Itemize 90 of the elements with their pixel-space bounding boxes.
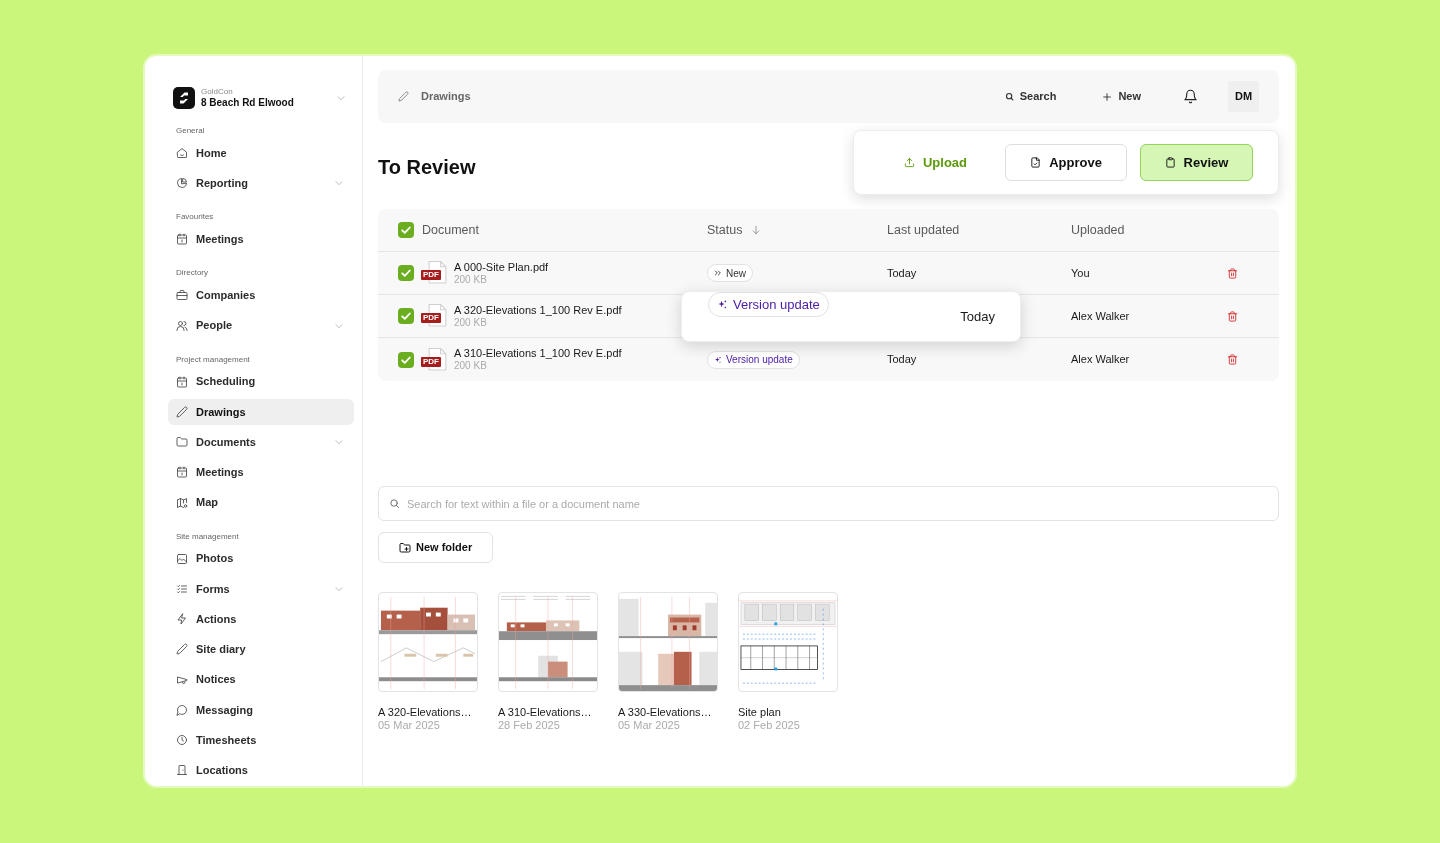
uploader-name: You [1071,265,1090,281]
clock-icon [176,734,188,746]
trash-icon[interactable] [1227,354,1238,365]
checkbox[interactable] [398,351,414,368]
uploader-name: Alex Walker [1071,308,1130,324]
file-check-icon [1030,157,1042,168]
pencil-icon [176,405,188,418]
section-label: Project management [176,353,250,366]
file-date: 28 Feb 2025 [498,719,560,732]
pencil-icon [176,643,188,656]
pie-chart-icon [176,177,188,190]
checkbox[interactable] [398,265,414,281]
column-header[interactable]: Uploaded [1071,220,1125,240]
trash-icon[interactable] [1227,310,1238,322]
file-title: Site plan [738,705,781,719]
home-icon [176,147,188,159]
briefcase-icon [176,289,188,302]
elevation-drawing[interactable] [378,592,478,692]
door-icon [176,764,188,777]
sidebar-item[interactable]: Drawings [168,398,354,425]
file-title: A 320-Elevations… [378,705,472,719]
upload-button[interactable]: Upload [879,144,992,181]
checklist-icon [176,582,188,595]
file-date: 05 Mar 2025 [378,719,440,732]
file-name: A 320-Elevations 1_100 Rev E.pdf [454,303,622,317]
date-text: Today [960,307,995,326]
folder-icon [176,436,188,448]
elevation-drawing[interactable] [498,592,598,692]
approve-button[interactable]: Approve [1005,144,1127,181]
user-avatar[interactable]: DM [1228,81,1259,112]
upload-icon [903,157,915,168]
status-text: Version update [726,353,793,367]
column-header[interactable]: Document [422,220,479,240]
clipboard-icon [1164,157,1176,168]
file-size: 200 KB [454,360,487,372]
file-title: A 330-Elevations… [618,705,712,719]
file-name: A 310-Elevations 1_100 Rev E.pdf [454,347,622,360]
trash-icon[interactable] [1227,267,1238,279]
section-label: Favourites [176,211,214,224]
speech-bubble-icon [176,703,188,716]
file-type-label: PDF [421,356,441,367]
plus-icon [1102,91,1113,102]
checkbox[interactable] [398,222,414,238]
date-text: Today [887,265,917,281]
plan-drawing[interactable] [738,592,838,692]
uploader-name: Alex Walker [1071,352,1130,368]
sparkles-icon [717,299,728,310]
section-label: Directory [176,267,208,280]
map-icon [176,496,188,509]
search-icon [389,498,400,509]
status-text: Version update [733,295,820,314]
lightning-icon [176,613,188,625]
new-folder-button[interactable]: New folder [378,532,494,563]
search-field[interactable]: Search for text within a file or a document name [378,486,1279,521]
bell-icon[interactable] [1183,89,1198,104]
file-type-label: PDF [421,270,441,280]
chevrons-icon [714,269,722,277]
new-button[interactable]: New [1090,80,1153,113]
file-size: 200 KB [454,316,487,329]
review-button[interactable]: Review [1140,144,1253,181]
calendar-icon [176,233,188,246]
file-size: 200 KB [454,273,487,286]
file-type-label: PDF [421,313,441,323]
calendar-icon [176,466,188,479]
column-header[interactable]: Status [707,220,762,240]
project-name: 8 Beach Rd Elwood [201,97,294,109]
search-button[interactable]: Search [992,80,1069,113]
folder-plus-icon [399,541,411,554]
megaphone-icon [176,673,188,686]
search-icon [1004,92,1014,101]
logo-icon[interactable] [173,87,195,109]
file-date: 02 Feb 2025 [738,719,800,732]
image-icon [176,552,188,565]
sparkles-icon [714,355,722,364]
people-icon [176,319,188,332]
calendar-icon [176,375,188,388]
file-title: A 310-Elevations… [498,705,592,719]
elevation-drawing[interactable] [618,592,718,692]
pencil-icon [398,91,409,102]
breadcrumb-text: Drawings [421,89,471,105]
checkbox[interactable] [398,308,414,324]
company-name: GoldCon [201,87,233,97]
file-name: A 000-Site Plan.pdf [454,260,549,274]
status-text: New [726,266,746,281]
date-text: Today [887,352,917,368]
file-date: 05 Mar 2025 [618,719,680,732]
section-label: General [176,125,205,137]
section-label: Site management [176,530,239,543]
page-title: To Review [378,155,476,180]
column-header[interactable]: Last updated [887,220,960,240]
